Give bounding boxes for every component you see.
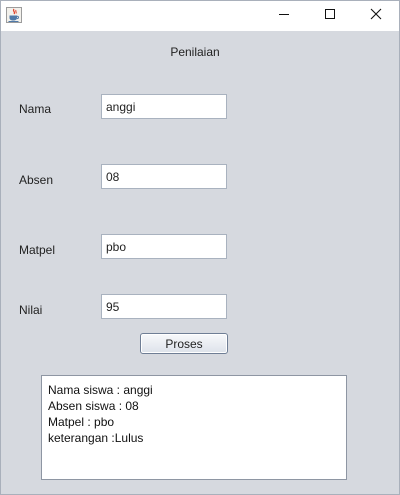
matpel-label: Matpel xyxy=(19,243,56,257)
result-line-matpel: Matpel : pbo xyxy=(48,415,115,429)
minimize-icon xyxy=(278,7,290,25)
title-bar[interactable] xyxy=(1,1,399,31)
minimize-button[interactable] xyxy=(261,1,307,31)
maximize-icon xyxy=(324,7,336,25)
result-line-absen: Absen siswa : 08 xyxy=(48,399,139,413)
matpel-input[interactable] xyxy=(101,234,227,259)
form-heading: Penilaian xyxy=(170,45,220,59)
app-window: Penilaian Nama Absen Matpel Nilai Proses… xyxy=(0,0,400,495)
proses-button[interactable]: Proses xyxy=(140,333,228,354)
result-line-keterangan: keterangan :Lulus xyxy=(48,431,144,445)
maximize-button[interactable] xyxy=(307,1,353,31)
close-button[interactable] xyxy=(353,1,399,31)
absen-label: Absen xyxy=(19,173,54,187)
result-line-nama: Nama siswa : anggi xyxy=(48,383,153,397)
form-panel: Penilaian Nama Absen Matpel Nilai Proses… xyxy=(1,31,399,494)
absen-input[interactable] xyxy=(101,164,227,189)
java-cup-icon[interactable] xyxy=(6,7,22,23)
result-textarea[interactable]: Nama siswa : anggi Absen siswa : 08 Matp… xyxy=(41,375,347,480)
nama-label: Nama xyxy=(19,102,52,116)
nama-input[interactable] xyxy=(101,94,227,119)
nilai-label: Nilai xyxy=(19,303,43,317)
nilai-input[interactable] xyxy=(101,294,227,319)
close-icon xyxy=(370,7,382,25)
